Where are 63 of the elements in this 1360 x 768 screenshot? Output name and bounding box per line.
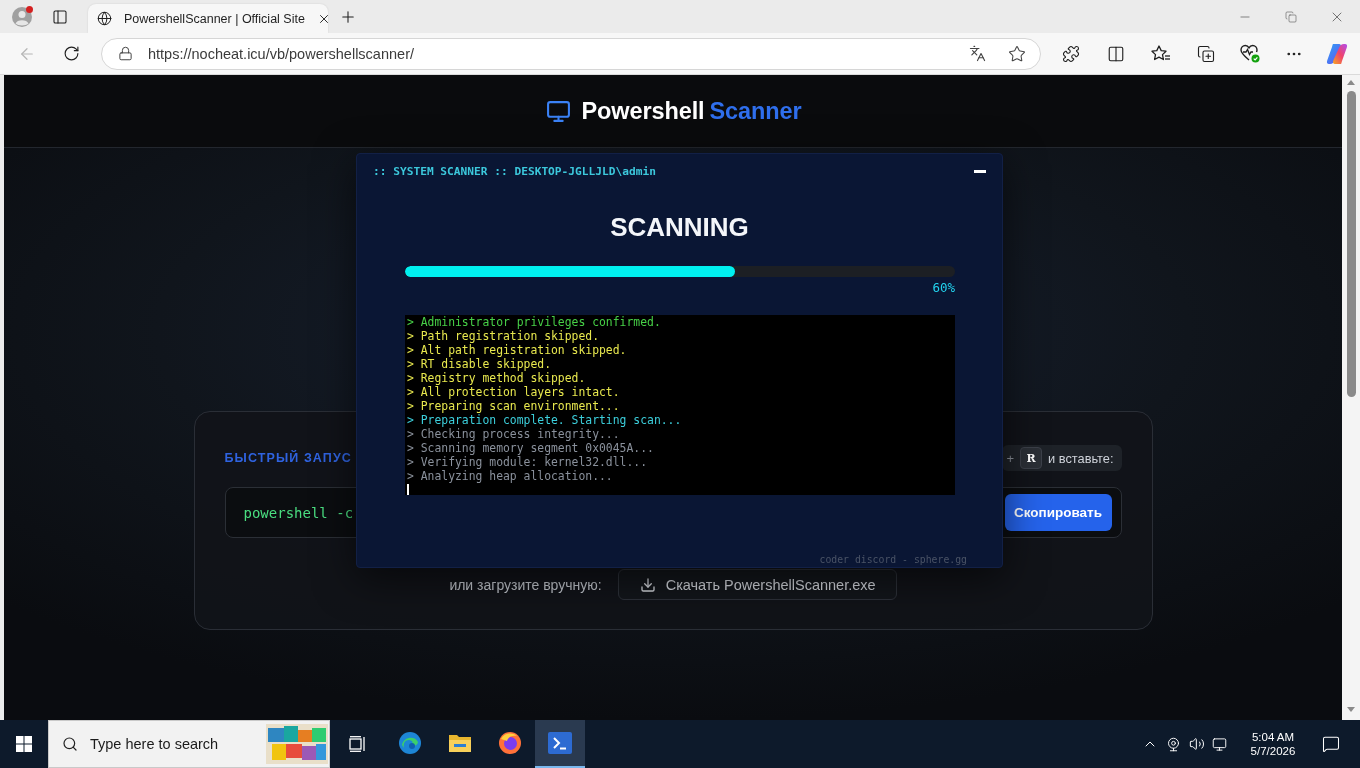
plus-sign: + (1006, 450, 1015, 466)
download-label: или загрузите вручную: (449, 576, 602, 593)
log-line: > Alt path registration skipped. (407, 343, 627, 357)
tab-actions-icon[interactable] (52, 8, 68, 25)
site-title: Powershell Scanner (581, 97, 802, 125)
network-icon[interactable] (1212, 736, 1227, 752)
log-line: > Checking process integrity... (407, 427, 620, 441)
browser-tab[interactable]: PowershellScanner | Official Site (88, 4, 328, 33)
clock-time[interactable]: 5:04 AM (1251, 731, 1295, 743)
notification-icon[interactable] (1322, 735, 1340, 753)
lock-icon (118, 46, 133, 61)
download-button[interactable]: Скачать PowershellScanner.exe (617, 569, 897, 600)
globe-icon (96, 11, 112, 26)
log-line: > Analyzing heap allocation... (407, 469, 613, 483)
browser-icon[interactable] (498, 731, 522, 755)
log-line: > Preparing scan environment... (407, 399, 620, 413)
terminal-icon[interactable] (548, 732, 572, 754)
search-icon (62, 736, 78, 752)
swirl-icon[interactable] (398, 731, 422, 755)
dialog-title: :: SYSTEM SCANNER :: DESKTOP-JGLLJLD\admin (373, 164, 656, 178)
volume-icon[interactable] (1188, 736, 1205, 752)
log-line: > Path registration skipped. (407, 329, 600, 343)
translate-icon[interactable] (969, 45, 986, 62)
webcam-icon[interactable] (1166, 736, 1181, 752)
taskbar-button[interactable] (535, 720, 585, 768)
colorful-logo-icon[interactable] (1326, 42, 1348, 65)
split-screen-icon[interactable] (1107, 44, 1125, 63)
extensions-icon[interactable] (1062, 44, 1080, 63)
log-line: > Scanning memory segment 0x0045A... (407, 441, 654, 455)
address-bar[interactable]: https://nocheat.icu/vb/powershellscanner/ (101, 37, 1041, 70)
key-cap: R (1020, 447, 1043, 469)
scan-heading: SCANNING (610, 211, 749, 243)
clock-date[interactable]: 5/7/2026 (1250, 745, 1296, 757)
copy-button[interactable]: Скопировать (1004, 494, 1112, 531)
monitor-icon (546, 98, 572, 124)
log-line: > Verifying module: kernel32.dll... (407, 455, 648, 469)
log-line: > Preparation complete. Starting scan... (407, 413, 682, 427)
puzzle-icon[interactable] (266, 724, 328, 764)
log-line: > Administrator privileges confirmed. (407, 315, 661, 329)
folder-icon[interactable] (448, 733, 472, 753)
hint-text: и вставьте: (1048, 450, 1114, 466)
profile-avatar-icon[interactable] (10, 4, 34, 29)
start-icon[interactable] (16, 736, 32, 752)
log-line: > Registry method skipped. (407, 371, 586, 385)
scroll-down-icon[interactable] (1347, 707, 1355, 712)
refresh-icon[interactable] (62, 45, 80, 62)
footer-credit: coder discord - sphere.gg (819, 553, 967, 566)
task-view-icon[interactable] (348, 736, 367, 752)
star-icon[interactable] (1008, 44, 1026, 63)
log-line: > All protection layers intact. (407, 385, 620, 399)
scrollbar-thumb[interactable] (1346, 91, 1356, 397)
scroll-up-icon[interactable] (1347, 80, 1355, 85)
minimize-icon[interactable] (974, 169, 986, 173)
progress-percent: 60% (932, 281, 955, 295)
log-line: > RT disable skipped. (407, 357, 551, 371)
command-text: powershell -c (243, 504, 354, 521)
section-title: БЫСТРЫЙ ЗАПУС (224, 451, 352, 465)
download-icon (639, 576, 656, 593)
text-cursor-icon (407, 484, 409, 495)
favorites-star-icon[interactable] (1151, 44, 1171, 63)
collections-icon[interactable] (1196, 44, 1215, 63)
heart-pulse-icon[interactable] (1240, 44, 1260, 63)
scrollbar[interactable] (1342, 75, 1360, 720)
